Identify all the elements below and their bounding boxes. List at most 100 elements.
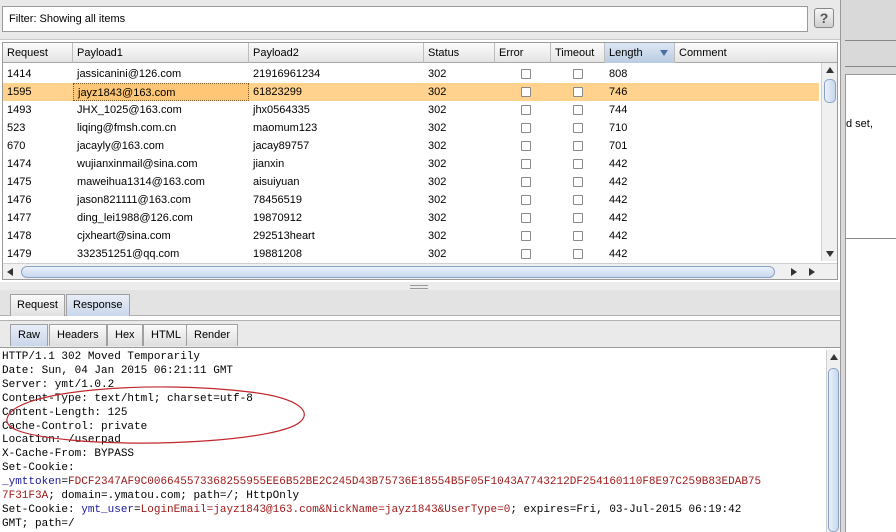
error-checkbox[interactable]	[521, 159, 531, 169]
table-row[interactable]: 1493 JHX_1025@163.com jhx0564335 302 744	[3, 101, 819, 119]
timeout-checkbox[interactable]	[573, 231, 583, 241]
column-header-comment[interactable]: Comment	[675, 43, 837, 63]
cell-payload1: jassicanini@126.com	[77, 68, 182, 80]
cell-length: 442	[609, 212, 628, 224]
timeout-checkbox[interactable]	[573, 69, 583, 79]
column-header-request[interactable]: Request	[3, 43, 73, 63]
cell-comment	[675, 209, 679, 227]
cell-payload2: jhx0564335	[253, 104, 310, 116]
cell-payload1: ding_lei1988@126.com	[77, 212, 193, 224]
tab-html[interactable]: HTML	[143, 324, 189, 346]
error-checkbox[interactable]	[521, 177, 531, 187]
column-header-timeout[interactable]: Timeout	[551, 43, 605, 63]
table-row[interactable]: 1477 ding_lei1988@126.com 19870912 302 442	[3, 209, 819, 227]
cell-status: 302	[428, 194, 447, 206]
column-header-payload2[interactable]: Payload2	[249, 43, 424, 63]
error-checkbox[interactable]	[521, 69, 531, 79]
cookie-line-3: Set-Cookie: ymt_user=LoginEmail=jayz1843…	[2, 503, 742, 516]
cookie-value: FDCF2347AF9C006645573368255955EE6B52BE2C…	[68, 476, 762, 489]
help-button[interactable]: ?	[814, 8, 834, 28]
raw-scroll-up-icon[interactable]	[830, 354, 838, 360]
scroll-up-icon[interactable]	[826, 67, 834, 73]
tab-raw[interactable]: Raw	[10, 324, 49, 346]
cookie-attributes-2: ; expires=Fri, 03-Jul-2015 06:19:42	[510, 503, 742, 516]
cell-length: 442	[609, 194, 628, 206]
cell-payload1: jason821111@163.com	[77, 194, 191, 206]
timeout-checkbox[interactable]	[573, 195, 583, 205]
timeout-checkbox[interactable]	[573, 213, 583, 223]
error-checkbox[interactable]	[521, 141, 531, 151]
error-checkbox[interactable]	[521, 195, 531, 205]
error-checkbox[interactable]	[521, 213, 531, 223]
tab-response[interactable]: Response	[66, 294, 130, 316]
table-row[interactable]: 1476 jason821111@163.com 78456519 302 442	[3, 191, 819, 209]
table-horizontal-scrollbar[interactable]	[3, 263, 837, 279]
column-header-length[interactable]: Length	[605, 43, 675, 63]
timeout-checkbox[interactable]	[573, 141, 583, 151]
scroll-right-end-icon[interactable]	[809, 268, 815, 276]
timeout-checkbox[interactable]	[573, 123, 583, 133]
cell-request: 1476	[7, 194, 32, 206]
raw-vertical-scrollbar[interactable]	[826, 350, 840, 532]
set-cookie-label: Set-Cookie:	[2, 503, 82, 516]
cell-status: 302	[428, 68, 447, 80]
cookie-attributes: ; domain=.ymatou.com; path=/; HttpOnly	[48, 490, 300, 503]
response-line: Set-Cookie:	[2, 462, 75, 475]
table-row[interactable]: 1479 332351251@qq.com 19881208 302 442	[3, 245, 819, 263]
table-row[interactable]: 1478 cjxheart@sina.com 292513heart 302 442	[3, 227, 819, 245]
table-horizontal-scroll-thumb[interactable]	[21, 266, 775, 278]
timeout-checkbox[interactable]	[573, 249, 583, 259]
sort-descending-icon	[660, 50, 668, 56]
cell-payload2: 78456519	[253, 194, 302, 206]
response-line: HTTP/1.1 302 Moved Temporarily	[2, 351, 201, 363]
cell-comment	[675, 119, 679, 137]
cell-payload2: 61823299	[253, 86, 302, 98]
column-header-payload1[interactable]: Payload1	[73, 43, 249, 63]
filter-field[interactable]: Filter: Showing all items	[2, 6, 808, 32]
cell-status: 302	[428, 140, 447, 152]
timeout-checkbox[interactable]	[573, 105, 583, 115]
cell-status: 302	[428, 86, 447, 98]
timeout-checkbox[interactable]	[573, 177, 583, 187]
raw-vertical-scroll-thumb[interactable]	[828, 368, 839, 532]
error-checkbox[interactable]	[521, 87, 531, 97]
error-checkbox[interactable]	[521, 105, 531, 115]
table-row[interactable]: 523 liqing@fmsh.com.cn maomum123 302 710	[3, 119, 819, 137]
scroll-down-icon[interactable]	[826, 251, 834, 257]
cell-payload1: 332351251@qq.com	[77, 248, 180, 260]
tab-request[interactable]: Request	[10, 294, 65, 316]
table-row[interactable]: 1474 wujianxinmail@sina.com jianxin 302 442	[3, 155, 819, 173]
timeout-checkbox[interactable]	[573, 87, 583, 97]
column-header-error[interactable]: Error	[495, 43, 551, 63]
splitter-grip-icon[interactable]	[410, 285, 428, 289]
timeout-checkbox[interactable]	[573, 159, 583, 169]
table-row[interactable]: 670 jacayly@163.com jacay89757 302 701	[3, 137, 819, 155]
cell-request: 670	[7, 140, 26, 152]
table-vertical-scroll-thumb[interactable]	[824, 79, 836, 103]
table-row[interactable]: 1414 jassicanini@126.com 21916961234 302 808	[3, 65, 819, 83]
cell-status: 302	[428, 104, 447, 116]
tab-hex[interactable]: Hex	[107, 324, 143, 346]
background-window-panel	[840, 0, 896, 532]
scroll-right-icon[interactable]	[791, 268, 797, 276]
cell-request: 1474	[7, 158, 32, 170]
cell-status: 302	[428, 122, 447, 134]
column-header-status[interactable]: Status	[424, 43, 495, 63]
cell-request: 1477	[7, 212, 32, 224]
error-checkbox[interactable]	[521, 123, 531, 133]
cell-request: 1475	[7, 176, 32, 188]
error-checkbox[interactable]	[521, 231, 531, 241]
table-row[interactable]: 1475 maweihua1314@163.com aisuiyuan 302 442	[3, 173, 819, 191]
response-line: X-Cache-From: BYPASS	[2, 448, 135, 461]
table-row[interactable]: 1595 jayz1843@163.com 61823299 302 746	[3, 83, 819, 101]
cell-length: 744	[609, 104, 628, 116]
tab-render[interactable]: Render	[186, 324, 239, 346]
cell-status: 302	[428, 248, 447, 260]
tab-headers[interactable]: Headers	[49, 324, 107, 346]
error-checkbox[interactable]	[521, 249, 531, 259]
cell-comment	[675, 83, 679, 101]
table-vertical-scrollbar[interactable]	[821, 63, 837, 261]
scroll-left-icon[interactable]	[7, 268, 13, 276]
cell-comment	[675, 173, 679, 191]
cell-payload1: wujianxinmail@sina.com	[77, 158, 198, 170]
